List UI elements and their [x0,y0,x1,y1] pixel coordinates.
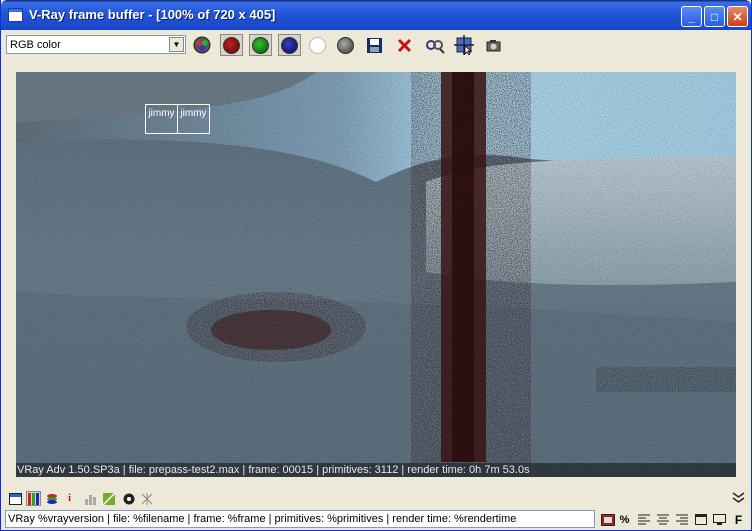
histogram-icon [85,494,96,505]
alpha-channel-button[interactable] [306,34,329,56]
red-channel-button[interactable] [220,34,243,56]
close-button[interactable]: ✕ [727,6,748,27]
region-render-icon [453,35,474,55]
top-toolbar: RGB color ▼ [4,33,748,57]
levels-button[interactable] [44,491,59,506]
window-view-icon [9,492,22,505]
maximize-button[interactable]: □ [704,6,725,27]
link-to-3dsmax-fb-button[interactable] [423,34,446,56]
title-bar[interactable]: V-Ray frame buffer - [100% of 720 x 405]… [1,0,751,30]
gear-icon [123,493,134,504]
align-left-icon [637,514,650,525]
align-center-button[interactable] [654,511,671,528]
render-viewport[interactable]: jimmy jimmy VRay Adv 1.50.SP3a | file: p… [16,72,736,477]
blue-channel-button[interactable] [278,34,301,56]
rendered-image [16,72,736,477]
window-icon [694,514,707,525]
monitor-icon [713,514,726,525]
vray-frame-buffer-window: V-Ray frame buffer - [100% of 720 x 405]… [0,0,752,531]
link-to-3dsmax-fb-icon [425,39,445,54]
expand-button[interactable] [731,490,746,505]
layers-icon [46,493,57,504]
save-image-icon [367,37,382,53]
curve-icon [103,492,116,505]
channel-select[interactable]: RGB color ▼ [6,35,186,54]
color-corrections-icon [27,492,39,505]
window-icon [8,8,23,22]
mono-display-button[interactable] [334,34,357,56]
insert-variable-button[interactable]: % [616,511,633,528]
clear-image-icon [397,38,412,52]
pixel-info-button[interactable]: i [62,491,77,506]
align-right-icon [675,514,688,525]
font-button[interactable]: F [730,511,747,528]
double-chevron-down-icon [732,491,745,503]
info-icon: i [68,493,71,504]
stamp-icon [600,513,615,526]
stamp-toggle-button[interactable] [599,511,616,528]
render-region-label: jimmy [145,104,178,134]
rgb-channels-button[interactable] [190,34,213,56]
alpha-channel-icon [309,36,326,54]
curve-button[interactable] [102,491,117,506]
align-right-button[interactable] [673,511,690,528]
bottom-toolbar: i [4,490,748,510]
render-info-stamp: VRay Adv 1.50.SP3a | file: prepass-test2… [16,463,736,477]
lens-effects-button[interactable] [121,491,136,506]
stamp-template-input[interactable]: VRay %vrayversion | file: %filename | fr… [5,510,595,528]
lut-icon [141,492,152,505]
align-center-icon [656,514,669,525]
green-channel-button[interactable] [249,34,272,56]
chevron-down-icon[interactable]: ▼ [169,37,184,52]
stamp-position-top-button[interactable] [692,511,709,528]
region-render-button[interactable] [452,34,475,56]
render-last-icon [486,39,501,51]
align-left-button[interactable] [635,511,652,528]
histogram-button[interactable] [84,491,99,506]
rgb-channels-icon [193,36,210,54]
lut-button[interactable] [139,491,154,506]
blue-channel-icon [281,36,298,54]
green-channel-icon [252,36,269,54]
window-title: V-Ray frame buffer - [100% of 720 x 405] [29,7,276,22]
render-region-label: jimmy [177,104,210,134]
channel-select-value: RGB color [10,39,61,51]
mono-display-icon [337,36,354,54]
minimize-button[interactable]: _ [681,6,702,27]
show-info-button[interactable] [8,491,23,506]
color-corrections-button[interactable] [26,491,41,506]
render-last-button[interactable] [482,34,505,56]
clear-image-button[interactable] [393,34,416,56]
red-channel-icon [223,36,240,54]
save-image-button[interactable] [363,34,386,56]
stamp-position-bottom-button[interactable] [711,511,728,528]
